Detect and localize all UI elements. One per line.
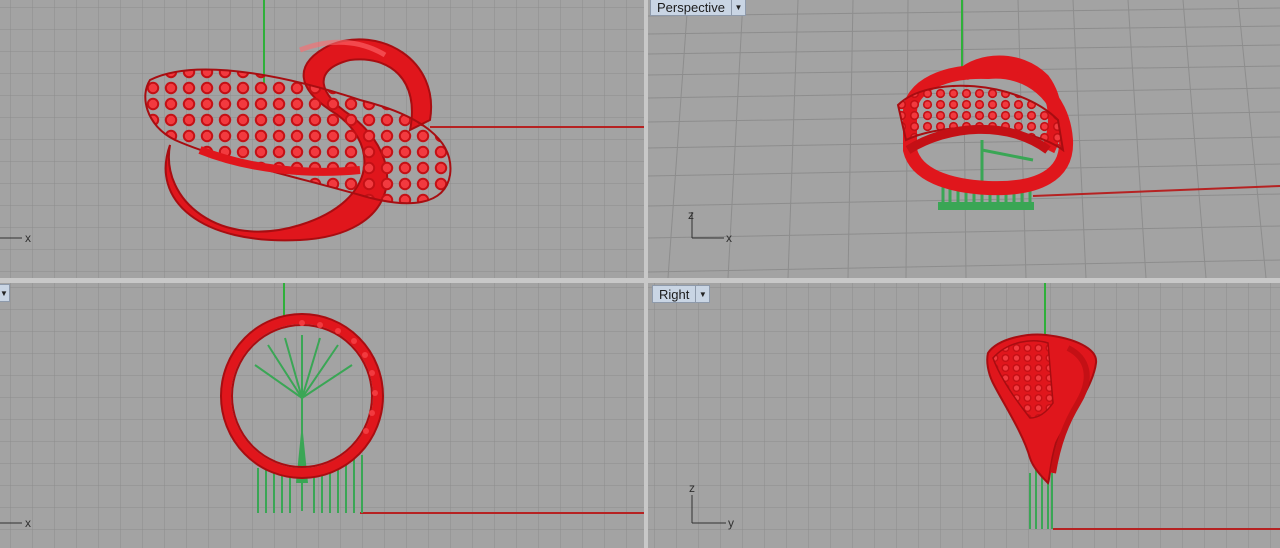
viewport-layout: x x z Perspective ▼ x ▼ y z Right ▼ bbox=[0, 0, 1280, 548]
dropdown-arrow-icon[interactable]: ▼ bbox=[730, 0, 745, 15]
axis-label-x: x bbox=[25, 516, 31, 530]
support-base bbox=[938, 202, 1034, 210]
viewport-right[interactable]: y z Right ▼ bbox=[648, 283, 1280, 548]
axis-label-z: z bbox=[688, 208, 694, 222]
right-view-canvas: y z bbox=[648, 283, 1280, 548]
dropdown-arrow-icon[interactable]: ▼ bbox=[0, 285, 9, 301]
viewport-title[interactable]: Right bbox=[653, 287, 695, 302]
viewport-title-tab[interactable]: ▼ bbox=[0, 284, 10, 302]
support-structure bbox=[941, 140, 1034, 208]
perspective-grid bbox=[648, 0, 1280, 278]
axis-indicator bbox=[691, 212, 724, 239]
front-view-canvas: x bbox=[0, 283, 644, 548]
dropdown-arrow-icon[interactable]: ▼ bbox=[695, 286, 709, 302]
axis-label-x: x bbox=[726, 231, 732, 245]
top-view-canvas: x bbox=[0, 0, 644, 278]
axis-label-y: y bbox=[728, 516, 734, 530]
viewport-top[interactable]: x bbox=[0, 0, 644, 278]
axis-label-x: x bbox=[25, 231, 31, 245]
viewport-title[interactable]: Perspective bbox=[651, 0, 731, 15]
axis-label-z: z bbox=[689, 481, 695, 495]
viewport-title-tab[interactable]: Perspective ▼ bbox=[650, 0, 746, 16]
viewport-front[interactable]: x ▼ bbox=[0, 283, 644, 548]
viewport-perspective[interactable]: x z Perspective ▼ bbox=[648, 0, 1280, 278]
perspective-view-canvas: x z bbox=[648, 0, 1280, 278]
viewport-title-tab[interactable]: Right ▼ bbox=[652, 285, 711, 303]
